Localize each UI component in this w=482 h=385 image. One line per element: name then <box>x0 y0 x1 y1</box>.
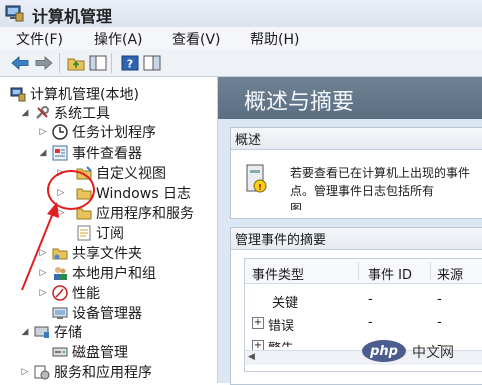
expand-arrow-icon[interactable]: ▷ <box>20 367 30 377</box>
tree-label: 自定义视图 <box>96 166 166 182</box>
computer-management-icon <box>4 4 24 22</box>
event-type-warning-row[interactable]: 警告 <box>268 338 294 347</box>
column-header-event-type[interactable]: 事件类型 <box>252 264 304 283</box>
expand-arrow-icon[interactable]: ▷ <box>38 127 48 137</box>
section-label: 概述 <box>235 133 262 148</box>
tree-label: 设备管理器 <box>72 306 142 322</box>
menu-action[interactable]: 操作(A) <box>94 29 143 49</box>
svg-text:!: ! <box>258 183 262 192</box>
summary-section-header[interactable]: 管理事件的摘要 <box>231 228 482 250</box>
tools-icon <box>34 105 50 121</box>
device-manager-icon <box>52 305 68 321</box>
menu-view[interactable]: 查看(V) <box>172 29 221 49</box>
storage-icon <box>34 324 50 340</box>
tree-label: 共享文件夹 <box>72 246 142 262</box>
tree-label: 应用程序和服务 <box>96 206 194 222</box>
window-title: 计算机管理 <box>32 7 113 26</box>
tree-item-subscriptions[interactable]: 订阅 <box>76 223 124 243</box>
column-header-event-id[interactable]: 事件 ID <box>368 264 412 283</box>
overview-text-line: 若要查看已在计算机上出现的事件 <box>290 166 471 180</box>
column-divider[interactable] <box>430 262 431 280</box>
collapse-arrow-icon[interactable]: ◢ <box>38 148 48 158</box>
column-divider[interactable] <box>358 262 359 280</box>
event-log-icon: ! <box>246 164 268 198</box>
tree-label: 任务计划程序 <box>72 125 156 141</box>
overview-text-line: 图 <box>290 202 303 210</box>
tree-label: 订阅 <box>96 226 124 242</box>
tree-item-services-apps[interactable]: 服务和应用程序 <box>34 362 152 382</box>
event-type-error[interactable]: 错误 <box>268 315 294 334</box>
tree-item-app-service-logs[interactable]: 应用程序和服务 <box>76 203 194 223</box>
tree-item-system-tools[interactable]: 系统工具 <box>34 103 110 123</box>
watermark: php 中文网 <box>362 340 482 364</box>
event-id-cell: - <box>368 315 373 330</box>
overview-section-header[interactable]: 概述 <box>231 128 482 150</box>
event-type-warning: 警告 <box>268 342 294 347</box>
toolbar-divider <box>59 53 60 73</box>
watermark-site: 中文网 <box>412 345 454 361</box>
collapse-arrow-icon[interactable]: ◢ <box>20 327 30 337</box>
tree-item-computer-management[interactable]: 计算机管理(本地) <box>10 84 139 104</box>
services-icon <box>34 364 50 380</box>
event-type-critical[interactable]: 关键 <box>272 292 298 311</box>
event-viewer-icon <box>52 145 68 161</box>
tree-item-device-manager[interactable]: 设备管理器 <box>52 303 142 323</box>
help-icon[interactable]: ? <box>120 54 140 72</box>
column-header-source[interactable]: 来源 <box>437 264 463 283</box>
tree-label: Windows 日志 <box>96 186 191 202</box>
detail-title: 概述与摘要 <box>244 90 355 115</box>
disk-icon <box>52 344 68 360</box>
tree-label: 服务和应用程序 <box>54 365 152 381</box>
overview-text-line: 点。管理事件日志包括所有 <box>290 184 435 198</box>
show-hide-tree-icon[interactable] <box>88 54 108 72</box>
tree-label: 磁盘管理 <box>72 345 128 361</box>
menu-file[interactable]: 文件(F) <box>16 29 63 49</box>
up-folder-icon[interactable] <box>66 54 86 72</box>
tree-label: 事件查看器 <box>72 146 142 162</box>
tree-item-event-viewer[interactable]: 事件查看器 <box>52 143 142 163</box>
tree-label: 存储 <box>54 325 82 341</box>
expand-plus-icon[interactable]: + <box>252 317 264 329</box>
toolbar-divider <box>111 53 112 73</box>
menu-help[interactable]: 帮助(H) <box>250 29 299 49</box>
source-cell: - <box>437 315 442 330</box>
computer-management-icon <box>10 86 26 102</box>
collapse-arrow-icon[interactable]: ◢ <box>20 108 30 118</box>
clock-icon <box>52 124 68 140</box>
source-cell: - <box>437 292 442 307</box>
tree-item-disk-management[interactable]: 磁盘管理 <box>52 342 128 362</box>
event-id-cell: - <box>368 292 373 307</box>
tree-label: 本地用户和组 <box>72 266 156 282</box>
scroll-left-icon[interactable]: ◀ <box>248 352 255 362</box>
tree-label: 计算机管理(本地) <box>30 87 139 103</box>
tree-item-task-scheduler[interactable]: 任务计划程序 <box>52 122 156 142</box>
tree-label: 系统工具 <box>54 106 110 122</box>
tree-item-storage[interactable]: 存储 <box>34 322 82 342</box>
show-hide-action-pane-icon[interactable] <box>142 54 162 72</box>
back-icon[interactable] <box>10 54 30 72</box>
svg-text:?: ? <box>127 58 133 71</box>
watermark-logo: php <box>362 340 406 362</box>
annotation-arrow-icon <box>21 202 59 291</box>
menu-bar <box>0 27 482 49</box>
section-label: 管理事件的摘要 <box>235 233 327 248</box>
forward-icon[interactable] <box>34 54 54 72</box>
